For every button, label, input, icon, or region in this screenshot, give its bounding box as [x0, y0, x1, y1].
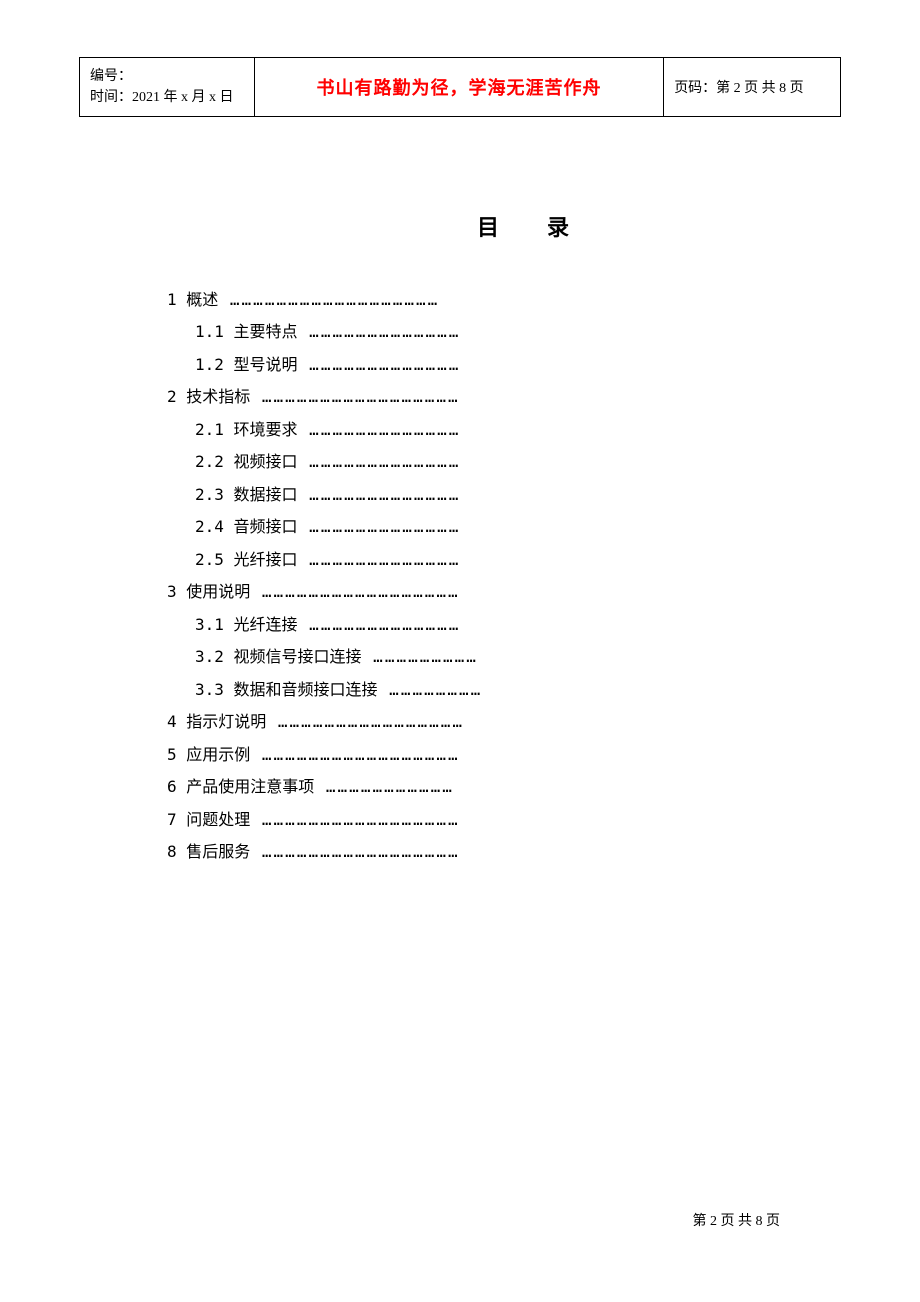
toc-label: 1 概述 — [167, 290, 218, 309]
toc-list: 1 概述 ……………………………………………… 1.1 主要特点 …………………… — [167, 284, 727, 868]
toc-item: 3.2 视频信号接口连接 ……………………… — [167, 641, 727, 673]
toc-item: 3 使用说明 …………………………………………… — [167, 576, 727, 608]
toc-title: 目录 — [167, 210, 727, 242]
toc-item: 3.1 光纤连接 ………………………………… — [167, 609, 727, 641]
page-footer: 第 2 页 共 8 页 — [693, 1210, 781, 1230]
doc-date-label: 时间：2021 年 x 月 x 日 — [90, 87, 244, 108]
toc-dots: ………………………………………… — [266, 712, 464, 731]
toc-dots: …………………………………………… — [250, 582, 459, 601]
toc-item: 8 售后服务 …………………………………………… — [167, 836, 727, 868]
toc-dots: ………………………………… — [298, 615, 461, 634]
toc-label: 1.2 型号说明 — [195, 355, 298, 374]
toc-item: 2.2 视频接口 ………………………………… — [167, 446, 727, 478]
toc-label: 3.3 数据和音频接口连接 — [195, 680, 378, 699]
toc-dots: ………………………………… — [298, 322, 461, 341]
toc-item: 5 应用示例 …………………………………………… — [167, 739, 727, 771]
toc-dots: ………………………………… — [298, 355, 461, 374]
toc-label: 2.5 光纤接口 — [195, 550, 298, 569]
toc-item: 2.3 数据接口 ………………………………… — [167, 479, 727, 511]
toc-dots: ………………………………… — [298, 420, 461, 439]
toc-dots: …………………………………………… — [250, 810, 459, 829]
toc-label: 8 售后服务 — [167, 842, 250, 861]
toc-label: 1.1 主要特点 — [195, 322, 298, 341]
toc-dots: ………………………………… — [298, 452, 461, 471]
toc-dots: ……………………… — [362, 647, 478, 666]
toc-dots: ………………………………… — [298, 517, 461, 536]
toc-label: 2.1 环境要求 — [195, 420, 298, 439]
toc-label: 2 技术指标 — [167, 387, 250, 406]
header-cell-right: 页码：第 2 页 共 8 页 — [664, 58, 841, 117]
toc-dots: ………………………………… — [298, 485, 461, 504]
toc-dots: …………………………………………… — [250, 842, 459, 861]
toc-item: 1 概述 ……………………………………………… — [167, 284, 727, 316]
toc-label: 3.2 视频信号接口连接 — [195, 647, 362, 666]
toc-item: 1.1 主要特点 ………………………………… — [167, 316, 727, 348]
toc-label: 3 使用说明 — [167, 582, 250, 601]
toc-container: 目录 1 概述 ……………………………………………… 1.1 主要特点 …………… — [167, 210, 727, 868]
toc-label: 2.2 视频接口 — [195, 452, 298, 471]
toc-label: 7 问题处理 — [167, 810, 250, 829]
toc-dots: …………………………………………… — [250, 745, 459, 764]
toc-dots: …………………………………………… — [250, 387, 459, 406]
header-cell-center: 书山有路勤为径，学海无涯苦作舟 — [254, 58, 663, 117]
toc-label: 3.1 光纤连接 — [195, 615, 298, 634]
toc-item: 1.2 型号说明 ………………………………… — [167, 349, 727, 381]
toc-item: 2.5 光纤接口 ………………………………… — [167, 544, 727, 576]
toc-item: 7 问题处理 …………………………………………… — [167, 804, 727, 836]
toc-label: 6 产品使用注意事项 — [167, 777, 314, 796]
header-cell-left: 编号： 时间：2021 年 x 月 x 日 — [80, 58, 255, 117]
toc-label: 2.4 音频接口 — [195, 517, 298, 536]
toc-dots: …………………… — [378, 680, 483, 699]
toc-item: 2.1 环境要求 ………………………………… — [167, 414, 727, 446]
doc-id-label: 编号： — [90, 66, 244, 87]
toc-dots: ……………………………………………… — [218, 290, 439, 309]
toc-dots: …………………………… — [314, 777, 454, 796]
toc-label: 5 应用示例 — [167, 745, 250, 764]
toc-item: 6 产品使用注意事项 …………………………… — [167, 771, 727, 803]
toc-item: 3.3 数据和音频接口连接 …………………… — [167, 674, 727, 706]
toc-item: 2.4 音频接口 ………………………………… — [167, 511, 727, 543]
toc-label: 4 指示灯说明 — [167, 712, 266, 731]
toc-item: 4 指示灯说明 ………………………………………… — [167, 706, 727, 738]
toc-item: 2 技术指标 …………………………………………… — [167, 381, 727, 413]
toc-label: 2.3 数据接口 — [195, 485, 298, 504]
toc-dots: ………………………………… — [298, 550, 461, 569]
header-table: 编号： 时间：2021 年 x 月 x 日 书山有路勤为径，学海无涯苦作舟 页码… — [79, 57, 841, 117]
